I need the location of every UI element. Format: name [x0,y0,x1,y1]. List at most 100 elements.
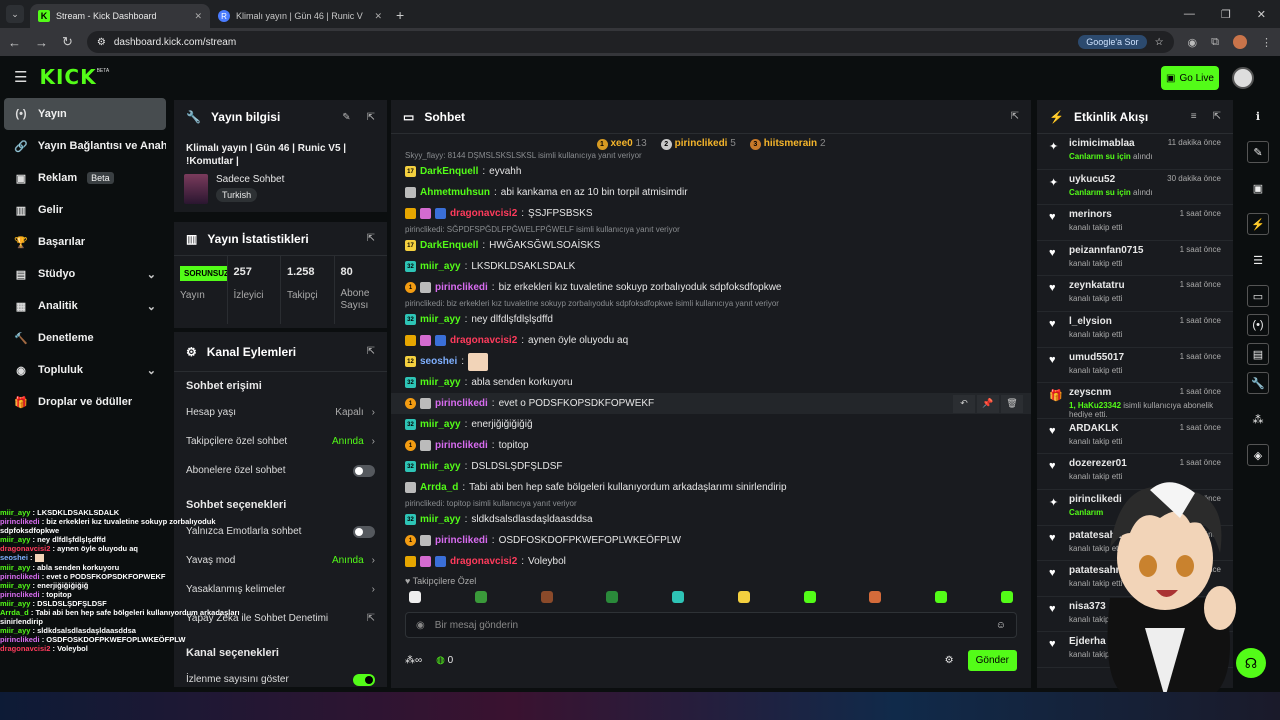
activity-username[interactable]: umud55017 [1069,352,1124,363]
chat-username[interactable]: pirinclikedi [435,282,488,293]
emote-slot[interactable] [474,591,487,603]
reply-icon[interactable]: ↶ [953,394,975,413]
bookmark-star-icon[interactable]: ☆ [1155,37,1164,48]
leaderboard-entry[interactable]: 1 xee0 13 [596,138,647,150]
sidebar-item-9[interactable]: 🎁 Droplar ve ödüller [4,386,166,418]
activity-username[interactable]: uykucu52 [1069,174,1115,185]
user-avatar[interactable] [1232,67,1254,89]
chat-username[interactable]: miir_ayy [420,377,461,388]
chat-message[interactable]: dragonavcisi2: ŞSJFPSBSKS [405,203,1017,224]
sidebar-item-2[interactable]: ▣ Reklam Beta [4,162,166,194]
emote-slot[interactable] [606,591,619,603]
popout-icon[interactable]: ⇱ [1213,111,1221,122]
chat-message[interactable]: 12 seoshei: [405,351,1017,372]
chat-username[interactable]: dragonavcisi2 [450,335,517,346]
chat-message[interactable]: 32 miir_ayy: DSLDSLŞDFŞLDSF [405,456,1017,477]
chat-message[interactable]: 32 miir_ayy: sldkdsalsdlasdaşldaasddsa [405,509,1017,530]
lightning-icon[interactable]: ⚡ [1247,213,1269,235]
emote-slot[interactable] [540,591,553,603]
chat-message[interactable]: 32 miir_ayy: LKSDKLDSAKLSDALK [405,256,1017,277]
chat-username[interactable]: Ahmetmuhsun [420,187,490,198]
popout-icon[interactable]: ⇱ [1011,111,1019,122]
chat-message[interactable]: 1 pirinclikedi: biz erkekleri kız tuvaleti… [405,277,1017,298]
edit-icon[interactable]: ✎ [342,112,350,123]
stats-icon[interactable]: ▤ [1247,343,1269,365]
chat-message[interactable]: 17 DarkEnquell: eyvahh [405,161,1017,182]
chat-username[interactable]: pirinclikedi [435,440,488,451]
tab-search-button[interactable]: ⌄ [6,5,24,23]
chat-message[interactable]: 32 miir_ayy: ney dlfdlşfdlşlşdffd [405,309,1017,330]
sidebar-item-5[interactable]: ▤ Stüdyo ⌄ [4,258,166,290]
wrench-icon[interactable]: 🔧 [1247,372,1269,394]
points-icon[interactable]: ⁂ [1240,401,1276,437]
google-ask-button[interactable]: Google'a Sor [1078,35,1147,49]
profile-avatar[interactable] [1233,35,1247,49]
forward-icon[interactable]: → [35,35,48,50]
activity-username[interactable]: ARDAKLK [1069,423,1118,434]
points-icon[interactable]: ⁂∞ [405,655,422,666]
extensions-puzzle-icon[interactable]: ⧉ [1211,36,1219,49]
chat-message[interactable]: dragonavcisi2: aynen öyle oluyodu aq [405,330,1017,351]
back-icon[interactable]: ← [8,35,21,50]
sidebar-item-6[interactable]: ▦ Analitik ⌄ [4,290,166,322]
emote-only-toggle[interactable] [353,525,375,538]
popout-icon[interactable]: ⇱ [367,233,375,244]
emote-slot[interactable] [409,591,421,603]
setting-account-age[interactable]: Hesap yaşı Kapalı › [174,398,387,427]
delete-icon[interactable]: 🗑 [1001,394,1023,413]
activity-username[interactable]: zeynkatatru [1069,280,1125,291]
sidebar-item-1[interactable]: 🔗 Yayın Bağlantısı ve Anahtarı [4,130,166,162]
activity-username[interactable]: dozerezer01 [1069,458,1127,469]
close-tab-icon[interactable]: ✕ [194,11,202,22]
chat-username[interactable]: miir_ayy [420,314,461,325]
sidebar-item-8[interactable]: ◉ Topluluk ⌄ [4,354,166,386]
filter-icon[interactable]: ≡ [1191,111,1197,122]
chat-username[interactable]: seoshei [420,356,457,367]
chat-message[interactable]: Arrda_d: Tabi abi ben hep safe bölgeleri … [405,477,1017,498]
pin-icon[interactable]: 📌 [977,394,999,413]
chat-username[interactable]: miir_ayy [420,419,461,430]
chat-username[interactable]: miir_ayy [420,514,461,525]
site-info-icon[interactable]: ⚙ [97,37,106,48]
sidebar-item-0[interactable]: (•) Yayın [4,98,166,130]
chat-username[interactable]: dragonavcisi2 [450,556,517,567]
info-icon[interactable]: ℹ [1240,98,1276,134]
emote-slot[interactable] [672,591,685,603]
activity-username[interactable]: peizannfan0715 [1069,245,1143,256]
chat-message[interactable]: 1 pirinclikedi: evet o PODSFKOPSDKFOPWEKF ↶… [391,393,1031,414]
new-tab-button[interactable]: + [396,7,404,23]
chat-username[interactable]: miir_ayy [420,261,461,272]
compass-icon[interactable]: ◈ [1247,444,1269,466]
chat-username[interactable]: dragonavcisi2 [450,208,517,219]
activity-username[interactable]: l_elysion [1069,316,1112,327]
tab-kick-dashboard[interactable]: K Stream - Kick Dashboard ✕ [30,4,210,28]
chat-settings-icon[interactable]: ⚙ [945,655,954,666]
chat-message[interactable]: 32 miir_ayy: abla senden korkuyoru [405,372,1017,393]
sidebar-item-3[interactable]: ▥ Gelir [4,194,166,226]
chat-message[interactable]: 1 pirinclikedi: OSDFOSKDOFPKWEFOPLWKEÖFPLW [405,530,1017,551]
layout-icon[interactable]: ▣ [1240,170,1276,206]
setting-followers-only[interactable]: Takipçilere özel sohbet Anında › [174,427,387,456]
leaderboard-entry[interactable]: 3 hiitsmerain 2 [749,138,826,150]
chat-input[interactable]: ◉ Bir mesaj gönderin ☺ [405,612,1017,638]
broadcast-icon[interactable]: (•) [1247,314,1269,336]
kick-points[interactable]: ◍ 0 [436,655,453,666]
chat-username[interactable]: pirinclikedi [435,398,488,409]
emote-slot[interactable] [803,591,816,603]
send-button[interactable]: Gönder [967,650,1017,671]
emote-slot[interactable] [737,591,750,603]
sidebar-item-7[interactable]: 🔨 Denetleme [4,322,166,354]
extension-icon[interactable]: ◉ [1188,36,1198,49]
chat-message[interactable]: 32 miir_ayy: enerjiğiğiğiğiğ [405,414,1017,435]
kick-logo[interactable]: KICK [39,65,96,89]
chat-message[interactable]: 1 pirinclikedi: topitop [405,435,1017,456]
chat-username[interactable]: pirinclikedi [435,535,488,546]
emote-slot[interactable] [869,591,882,603]
list-icon[interactable]: ☰ [1240,242,1276,278]
reload-icon[interactable]: ↻ [62,34,73,50]
url-field[interactable]: ⚙ dashboard.kick.com/stream Google'a Sor… [86,31,1174,53]
popout-icon[interactable]: ⇱ [367,112,375,123]
chat-username[interactable]: miir_ayy [420,461,461,472]
chat-message[interactable]: 17 DarkEnquell: HWĞAKSĞWLSOAİSKS [405,235,1017,256]
chat-username[interactable]: Arrda_d [420,482,458,493]
